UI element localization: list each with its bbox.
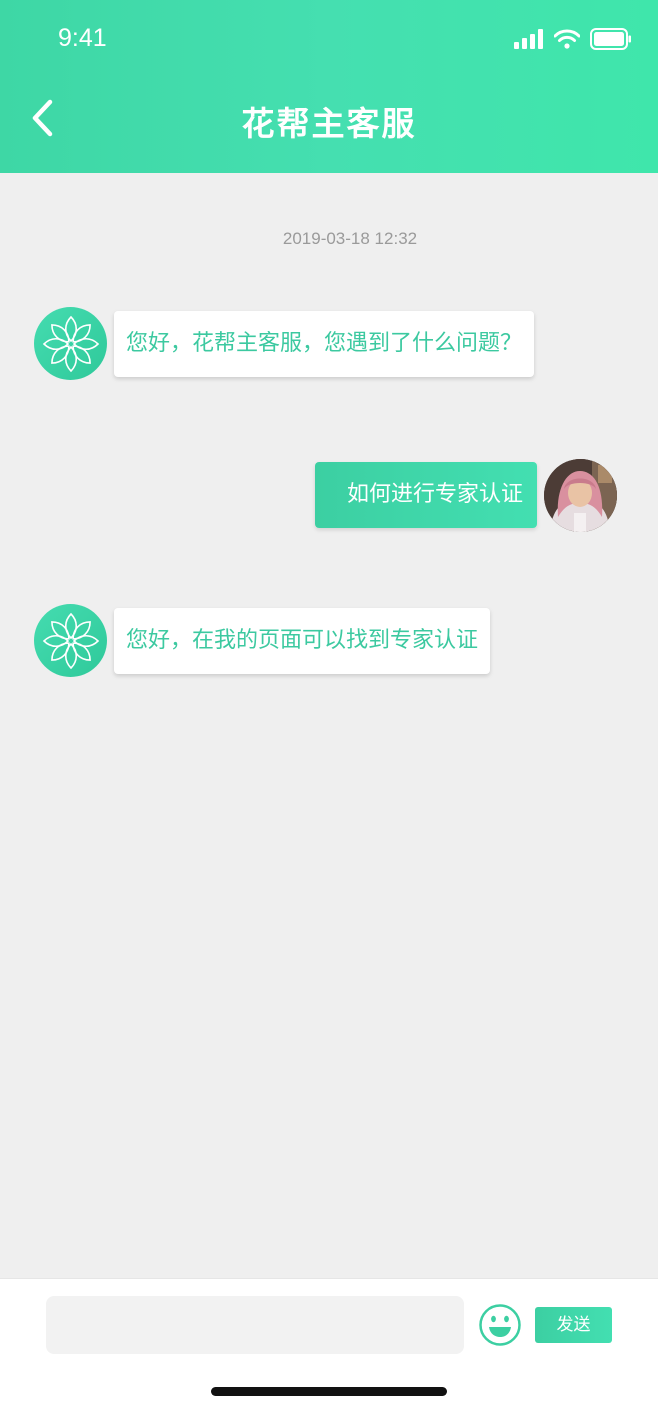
message-input[interactable] bbox=[46, 1296, 464, 1354]
flower-logo-icon bbox=[42, 315, 99, 372]
bot-avatar[interactable] bbox=[34, 604, 107, 677]
emoji-button[interactable] bbox=[478, 1303, 522, 1347]
smiley-icon bbox=[479, 1304, 521, 1346]
send-button[interactable]: 发送 bbox=[535, 1307, 612, 1343]
home-indicator[interactable] bbox=[211, 1387, 447, 1396]
message-bubble-incoming[interactable]: 您好，在我的页面可以找到专家认证 bbox=[114, 608, 491, 674]
header-bar: 9:41 花帮主客服 bbox=[0, 0, 658, 173]
battery-icon bbox=[590, 28, 632, 54]
message-bubble-incoming[interactable]: 您好，花帮主客服，您遇到了什么问题？ bbox=[114, 311, 535, 377]
status-time: 9:41 bbox=[58, 24, 107, 52]
user-avatar[interactable] bbox=[544, 459, 617, 532]
signal-icon bbox=[514, 29, 544, 53]
chat-screen: 9:41 花帮主客服 2019-03-18 12:32 您好，花帮主客服，您遇到… bbox=[0, 0, 658, 1425]
message-bubble-outgoing[interactable]: 如何进行专家认证 bbox=[314, 462, 537, 528]
user-photo bbox=[544, 459, 617, 532]
chat-timestamp: 2019-03-18 12:32 bbox=[282, 229, 418, 248]
wifi-icon bbox=[553, 29, 581, 53]
bot-avatar[interactable] bbox=[34, 307, 107, 380]
page-title: 花帮主客服 bbox=[241, 104, 417, 143]
flower-logo-icon bbox=[42, 612, 99, 669]
input-bar: 发送 bbox=[0, 1278, 658, 1366]
status-icons bbox=[514, 28, 632, 54]
